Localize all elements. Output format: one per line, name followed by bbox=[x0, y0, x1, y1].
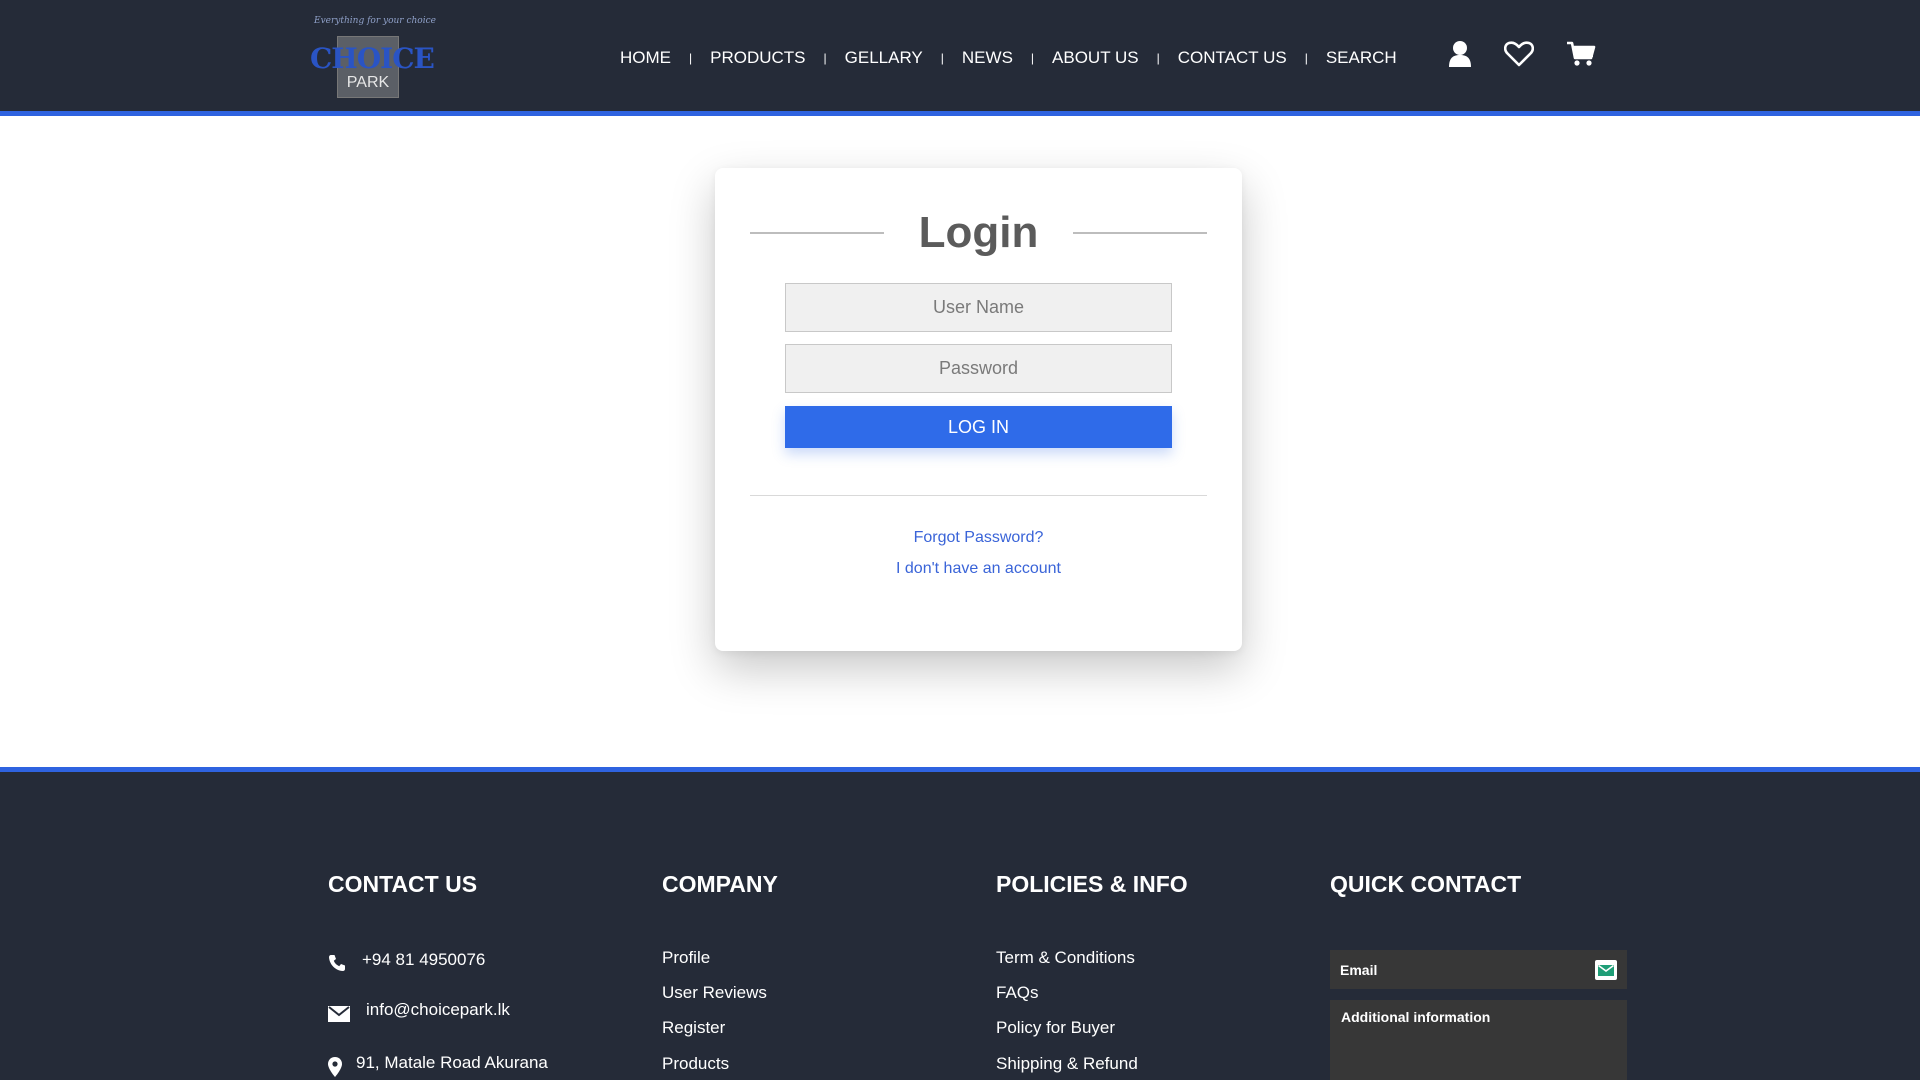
contact-phone-text[interactable]: +94 81 4950076 bbox=[362, 950, 485, 970]
quick-email-field[interactable]: Email bbox=[1330, 950, 1627, 989]
contact-email-text[interactable]: info@choicepark.lk bbox=[366, 1000, 510, 1020]
footer-policies-title: POLICIES & INFO bbox=[996, 871, 1188, 897]
footer-company-title: COMPANY bbox=[662, 871, 778, 897]
main-nav: HOME | PRODUCTS | GELLARY | NEWS | ABOUT… bbox=[620, 48, 1397, 68]
nav-separator: | bbox=[1304, 51, 1308, 65]
login-card: Login LOG IN Forgot Password? I don't ha… bbox=[715, 168, 1242, 651]
password-input[interactable] bbox=[785, 344, 1172, 393]
nav-contact-us[interactable]: CONTACT US bbox=[1178, 48, 1287, 68]
quick-email-label: Email bbox=[1340, 961, 1378, 978]
contact-address-text: 91, Matale Road Akurana bbox=[356, 1053, 548, 1072]
quick-additional-info-label: Additional information bbox=[1341, 1009, 1491, 1025]
register-link[interactable]: I don't have an account bbox=[715, 560, 1242, 578]
nav-news[interactable]: NEWS bbox=[962, 48, 1013, 68]
header-icons bbox=[1448, 40, 1596, 68]
login-title: Login bbox=[918, 208, 1039, 257]
footer-contact-title: CONTACT US bbox=[328, 871, 478, 897]
username-input[interactable] bbox=[785, 283, 1172, 332]
nav-gallery[interactable]: GELLARY bbox=[845, 48, 923, 68]
nav-products[interactable]: PRODUCTS bbox=[710, 48, 805, 68]
logo-sub: PARK bbox=[346, 74, 390, 91]
phone-icon bbox=[328, 954, 346, 972]
nav-about-us[interactable]: ABOUT US bbox=[1052, 48, 1139, 68]
location-pin-icon bbox=[328, 1057, 342, 1077]
footer-link-terms[interactable]: Term & Conditions bbox=[996, 948, 1135, 968]
footer-quick-contact-title: QUICK CONTACT bbox=[1330, 871, 1522, 897]
login-title-row: Login bbox=[750, 208, 1208, 258]
nav-separator: | bbox=[1156, 51, 1160, 65]
footer-link-products[interactable]: Products bbox=[662, 1054, 729, 1074]
login-button[interactable]: LOG IN bbox=[785, 406, 1172, 448]
nav-separator: | bbox=[940, 51, 944, 65]
nav-separator: | bbox=[823, 51, 827, 65]
site-logo[interactable]: Everything for your choice CHOICE PARK bbox=[310, 14, 436, 100]
nav-separator: | bbox=[1030, 51, 1035, 65]
user-icon[interactable] bbox=[1448, 40, 1472, 68]
footer-link-user-reviews[interactable]: User Reviews bbox=[662, 983, 767, 1003]
forgot-password-link[interactable]: Forgot Password? bbox=[715, 529, 1242, 547]
nav-separator: | bbox=[689, 51, 693, 65]
quick-additional-info-field[interactable]: Additional information bbox=[1330, 1000, 1627, 1080]
nav-search[interactable]: SEARCH bbox=[1326, 48, 1397, 68]
cart-icon[interactable] bbox=[1566, 40, 1596, 68]
title-divider-left bbox=[750, 232, 884, 234]
heart-icon[interactable] bbox=[1504, 41, 1534, 67]
card-divider bbox=[750, 495, 1207, 496]
footer-link-faqs[interactable]: FAQs bbox=[996, 983, 1039, 1003]
logo-tagline: Everything for your choice bbox=[314, 16, 436, 26]
footer-link-buyer-policy[interactable]: Policy for Buyer bbox=[996, 1018, 1115, 1038]
send-mail-icon[interactable] bbox=[1595, 959, 1617, 980]
site-footer: CONTACT US +94 81 4950076 info@choicepar… bbox=[0, 767, 1920, 1080]
footer-link-register[interactable]: Register bbox=[662, 1018, 725, 1038]
contact-email: info@choicepark.lk bbox=[328, 998, 510, 1022]
contact-phone: +94 81 4950076 bbox=[328, 948, 485, 972]
footer-link-profile[interactable]: Profile bbox=[662, 948, 710, 968]
footer-link-shipping-refund[interactable]: Shipping & Refund bbox=[996, 1054, 1138, 1074]
title-divider-right bbox=[1073, 232, 1208, 234]
mail-icon bbox=[328, 1006, 350, 1022]
logo-name: CHOICE bbox=[310, 42, 435, 75]
contact-address: 91, Matale Road Akurana bbox=[328, 1049, 548, 1077]
nav-home[interactable]: HOME bbox=[620, 48, 671, 68]
site-header: Everything for your choice CHOICE PARK H… bbox=[0, 0, 1920, 116]
